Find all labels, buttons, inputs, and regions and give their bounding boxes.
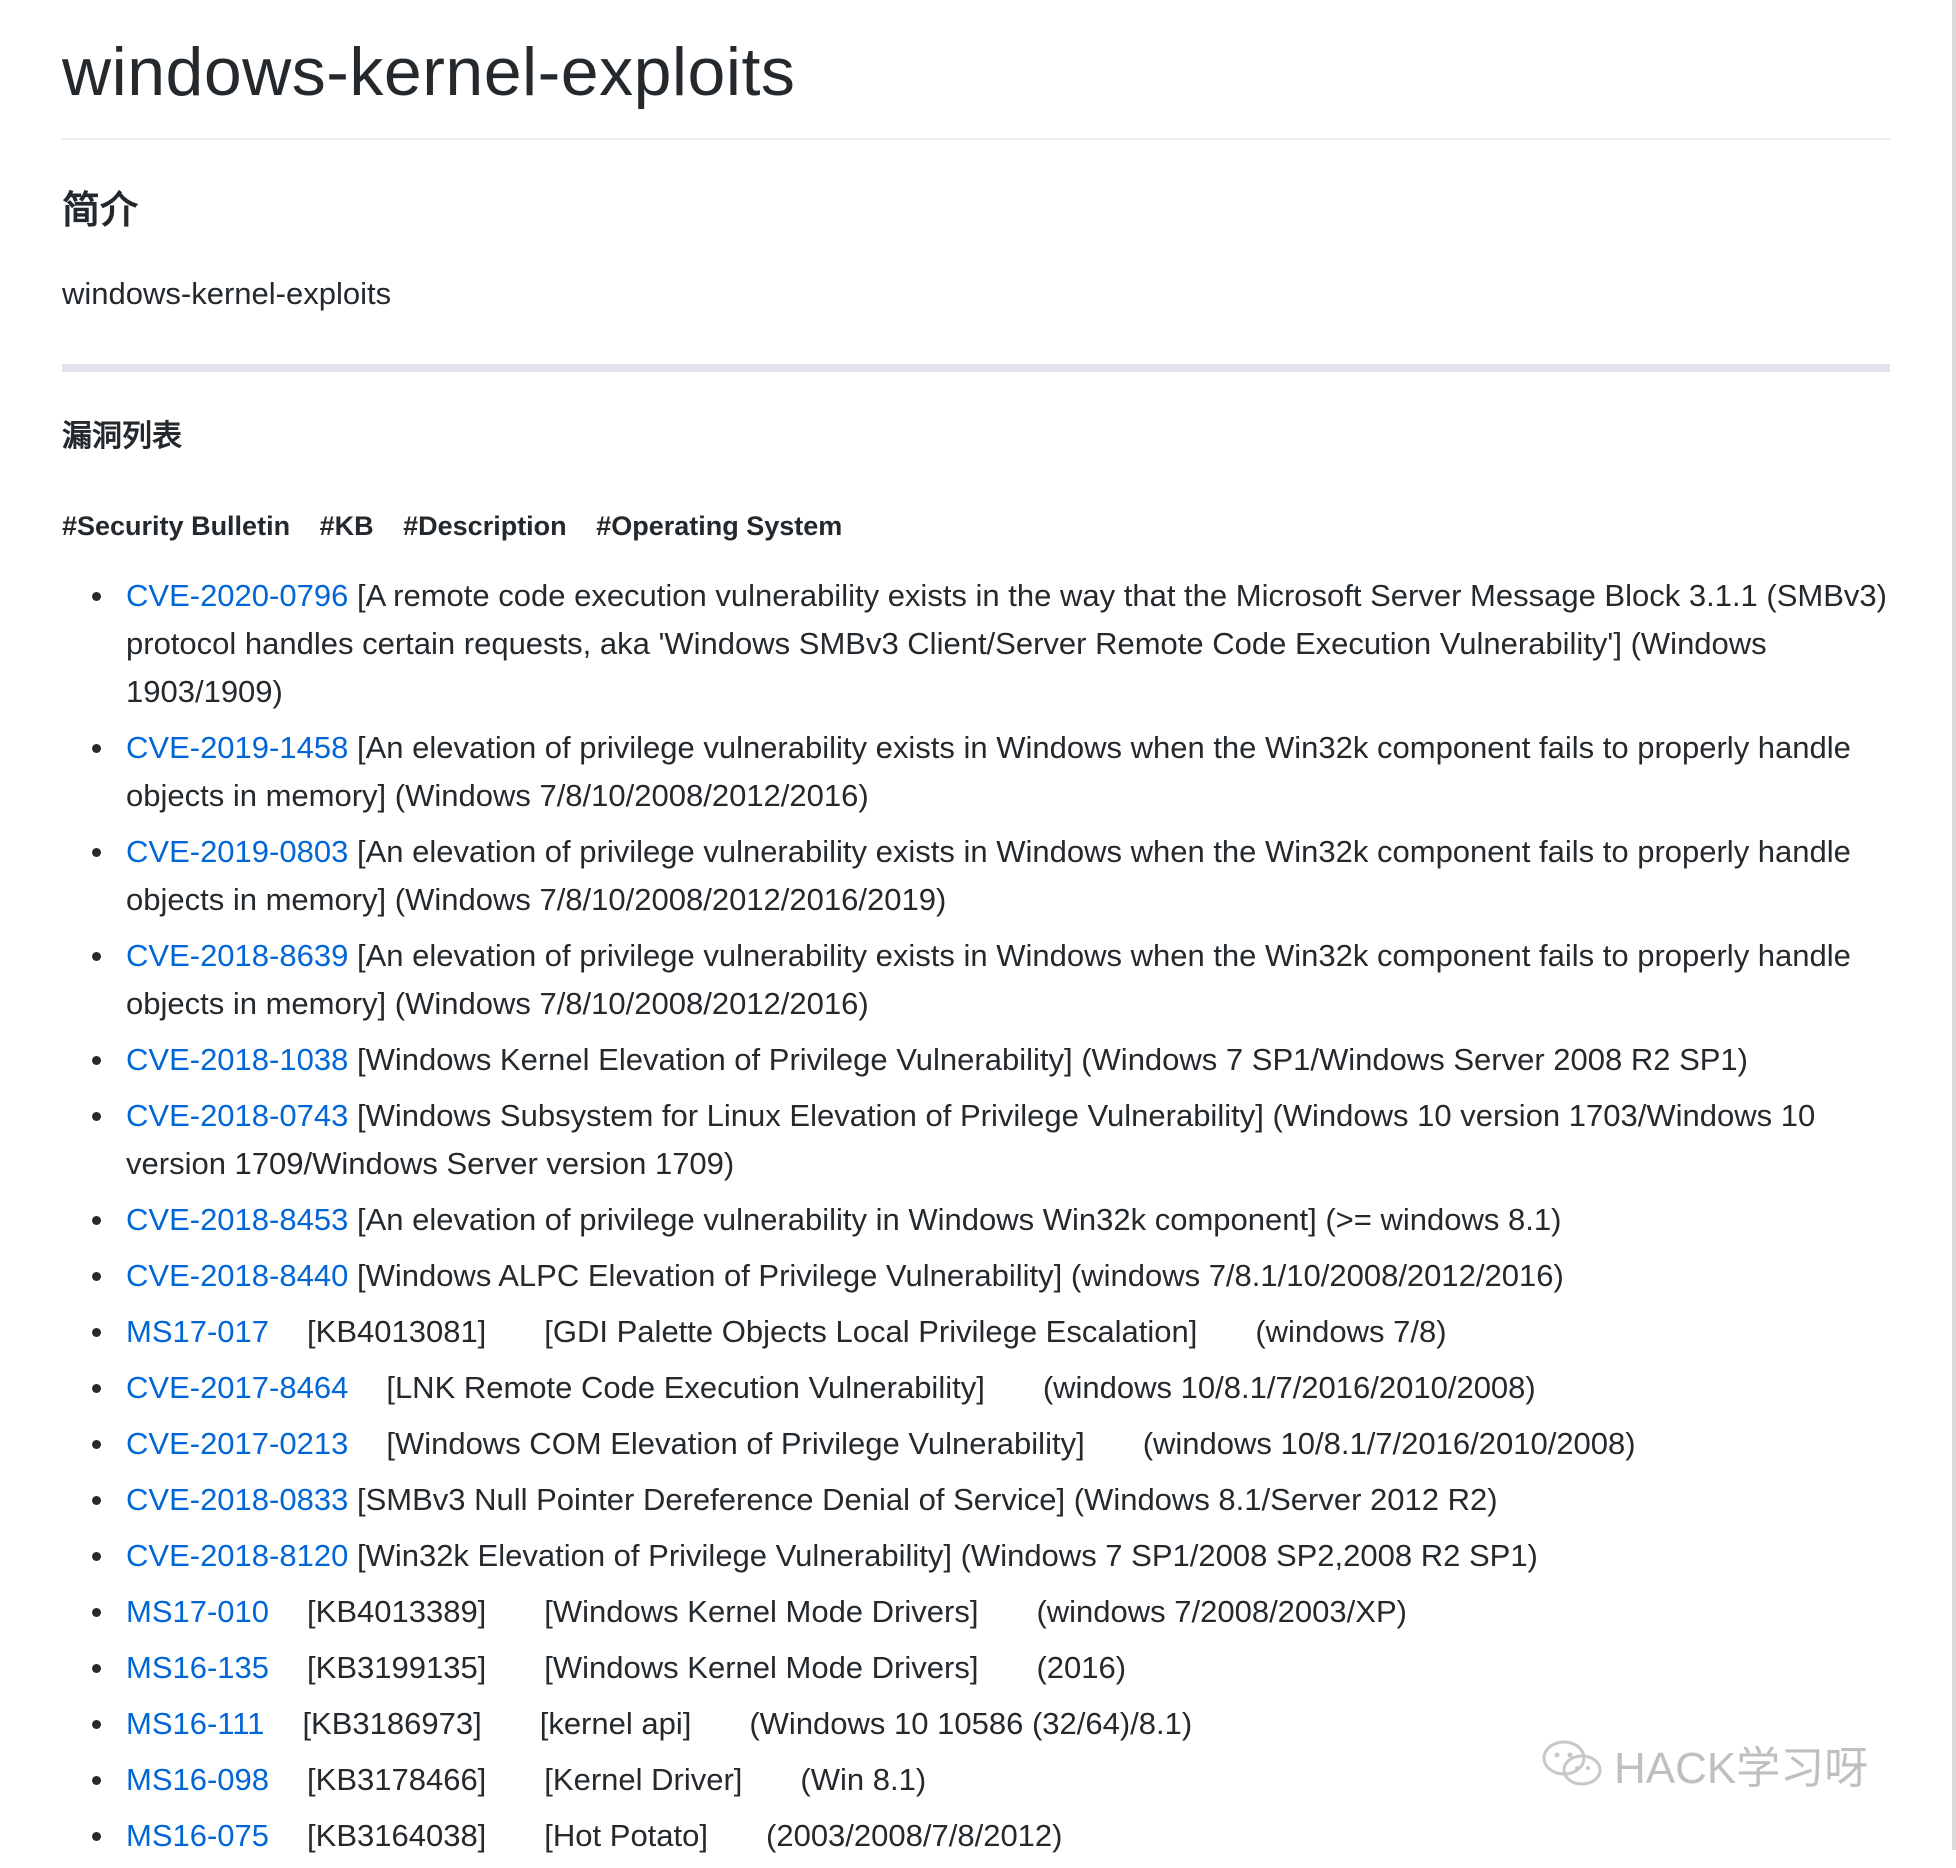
operating-system: (windows 10/8.1/7/2016/2010/2008) xyxy=(1042,1370,1536,1405)
list-item: CVE-2018-8453 [An elevation of privilege… xyxy=(62,1196,1890,1244)
column-header-line: #Security Bulletin #KB #Description #Ope… xyxy=(62,508,1890,544)
list-heading: 漏洞列表 xyxy=(62,420,182,453)
bulletin-link[interactable]: CVE-2018-8453 xyxy=(126,1202,348,1237)
operating-system: (2003/2008/7/8/2012) xyxy=(766,1818,1063,1853)
operating-system: (windows 7/8.1/10/2008/2012/2016) xyxy=(1070,1258,1564,1293)
kb-number: [KB3164038] xyxy=(307,1818,487,1853)
column-header: #Operating System xyxy=(596,511,843,541)
operating-system: (Windows 7 SP1/2008 SP2,2008 R2 SP1) xyxy=(960,1538,1538,1573)
bulletin-link[interactable]: CVE-2017-8464 xyxy=(126,1370,348,1405)
list-item: CVE-2018-8120 [Win32k Elevation of Privi… xyxy=(62,1532,1890,1580)
description: [Windows Kernel Elevation of Privilege V… xyxy=(356,1042,1073,1077)
column-header: #Security Bulletin xyxy=(62,511,291,541)
operating-system: (Win 8.1) xyxy=(800,1762,927,1797)
description: [Windows Kernel Mode Drivers] xyxy=(544,1650,979,1685)
bulletin-link[interactable]: CVE-2018-8120 xyxy=(126,1538,348,1573)
list-item: CVE-2018-8639 [An elevation of privilege… xyxy=(62,932,1890,1028)
bulletin-link[interactable]: CVE-2018-0833 xyxy=(126,1482,348,1517)
bulletin-link[interactable]: CVE-2018-8440 xyxy=(126,1258,348,1293)
intro-heading: 简介 xyxy=(62,190,139,232)
column-header: #Description xyxy=(403,511,567,541)
description: [An elevation of privilege vulnerability… xyxy=(126,730,1851,813)
bulletin-link[interactable]: MS16-098 xyxy=(126,1762,269,1797)
scrollbar[interactable] xyxy=(1952,0,1956,1850)
kb-number: [KB3186973] xyxy=(302,1706,482,1741)
description: [kernel api] xyxy=(539,1706,692,1741)
bulletin-link[interactable]: MS17-010 xyxy=(126,1594,269,1629)
watermark-text: HACK学习呀 xyxy=(1614,1744,1869,1793)
document: windows-kernel-exploits 简介 windows-kerne… xyxy=(62,0,1890,1868)
list-item: MS16-075 [KB3164038] [Hot Potato] (2003/200… xyxy=(62,1812,1890,1860)
list-item: CVE-2018-0833 [SMBv3 Null Pointer Derefe… xyxy=(62,1476,1890,1524)
list-item: CVE-2020-0796 [A remote code execution v… xyxy=(62,572,1890,716)
operating-system: (windows 7/2008/2003/XP) xyxy=(1036,1594,1407,1629)
watermark: HACK学习呀 xyxy=(1540,1732,1868,1796)
bulletin-link[interactable]: CVE-2018-8639 xyxy=(126,938,348,973)
description: [Windows COM Elevation of Privilege Vuln… xyxy=(386,1426,1085,1461)
bulletin-link[interactable]: CVE-2020-0796 xyxy=(126,578,348,613)
description: [LNK Remote Code Execution Vulnerability… xyxy=(386,1370,985,1405)
list-item: CVE-2018-0743 [Windows Subsystem for Lin… xyxy=(62,1092,1890,1188)
operating-system: (Windows 7/8/10/2008/2012/2016) xyxy=(394,986,869,1021)
operating-system: (Windows 7/8/10/2008/2012/2016/2019) xyxy=(394,882,947,917)
description: [Windows Kernel Mode Drivers] xyxy=(544,1594,979,1629)
description: [SMBv3 Null Pointer Dereference Denial o… xyxy=(356,1482,1066,1517)
section-divider xyxy=(62,364,1890,372)
list-item: CVE-2019-1458 [An elevation of privilege… xyxy=(62,724,1890,820)
operating-system: (windows 10/8.1/7/2016/2010/2008) xyxy=(1142,1426,1636,1461)
list-item: MS17-010 [KB4013389] [Windows Kernel Mode … xyxy=(62,1588,1890,1636)
operating-system: (2016) xyxy=(1036,1650,1127,1685)
column-header: #KB xyxy=(319,511,374,541)
description: [Windows Subsystem for Linux Elevation o… xyxy=(356,1098,1264,1133)
operating-system: (windows 7/8) xyxy=(1255,1314,1447,1349)
bulletin-link[interactable]: CVE-2019-1458 xyxy=(126,730,348,765)
operating-system: (Windows 8.1/Server 2012 R2) xyxy=(1073,1482,1498,1517)
list-item: CVE-2019-0803 [An elevation of privilege… xyxy=(62,828,1890,924)
description: [Hot Potato] xyxy=(544,1818,709,1853)
description: [Kernel Driver] xyxy=(544,1762,743,1797)
title-divider xyxy=(62,138,1890,140)
bulletin-link[interactable]: CVE-2017-0213 xyxy=(126,1426,348,1461)
kb-number: [KB4013081] xyxy=(307,1314,487,1349)
description: [Windows ALPC Elevation of Privilege Vul… xyxy=(356,1258,1063,1293)
bulletin-link[interactable]: MS17-017 xyxy=(126,1314,269,1349)
bulletin-link[interactable]: MS16-075 xyxy=(126,1818,269,1853)
description: [Win32k Elevation of Privilege Vulnerabi… xyxy=(356,1538,952,1573)
description: [An elevation of privilege vulnerability… xyxy=(126,938,1851,1021)
list-item: CVE-2017-8464 [LNK Remote Code Execution … xyxy=(62,1364,1890,1412)
list-item: CVE-2018-1038 [Windows Kernel Elevation … xyxy=(62,1036,1890,1084)
list-item: MS17-017 [KB4013081] [GDI Palette Objects … xyxy=(62,1308,1890,1356)
wechat-icon xyxy=(1542,1740,1602,1786)
kb-number: [KB3178466] xyxy=(307,1762,487,1797)
kb-number: [KB3199135] xyxy=(307,1650,487,1685)
operating-system: (Windows 7/8/10/2008/2012/2016) xyxy=(394,778,869,813)
page-title: windows-kernel-exploits xyxy=(62,34,796,110)
list-item: CVE-2018-8440 [Windows ALPC Elevation of… xyxy=(62,1252,1890,1300)
list-item: CVE-2017-0213 [Windows COM Elevation of P… xyxy=(62,1420,1890,1468)
bulletin-link[interactable]: MS16-111 xyxy=(126,1706,264,1741)
bulletin-link[interactable]: MS16-135 xyxy=(126,1650,269,1685)
bulletin-link[interactable]: CVE-2018-1038 xyxy=(126,1042,348,1077)
description: [An elevation of privilege vulnerability… xyxy=(126,834,1851,917)
operating-system: (Windows 10 10586 (32/64)/8.1) xyxy=(749,1706,1193,1741)
description: [An elevation of privilege vulnerability… xyxy=(356,1202,1317,1237)
vulnerability-list: CVE-2020-0796 [A remote code execution v… xyxy=(62,572,1890,1860)
operating-system: (Windows 7 SP1/Windows Server 2008 R2 SP… xyxy=(1081,1042,1748,1077)
bulletin-link[interactable]: CVE-2019-0803 xyxy=(126,834,348,869)
kb-number: [KB4013389] xyxy=(307,1594,487,1629)
operating-system: (>= windows 8.1) xyxy=(1325,1202,1562,1237)
list-item: MS16-135 [KB3199135] [Windows Kernel Mode … xyxy=(62,1644,1890,1692)
bulletin-link[interactable]: CVE-2018-0743 xyxy=(126,1098,348,1133)
description: [GDI Palette Objects Local Privilege Esc… xyxy=(544,1314,1198,1349)
intro-text: windows-kernel-exploits xyxy=(62,276,392,311)
